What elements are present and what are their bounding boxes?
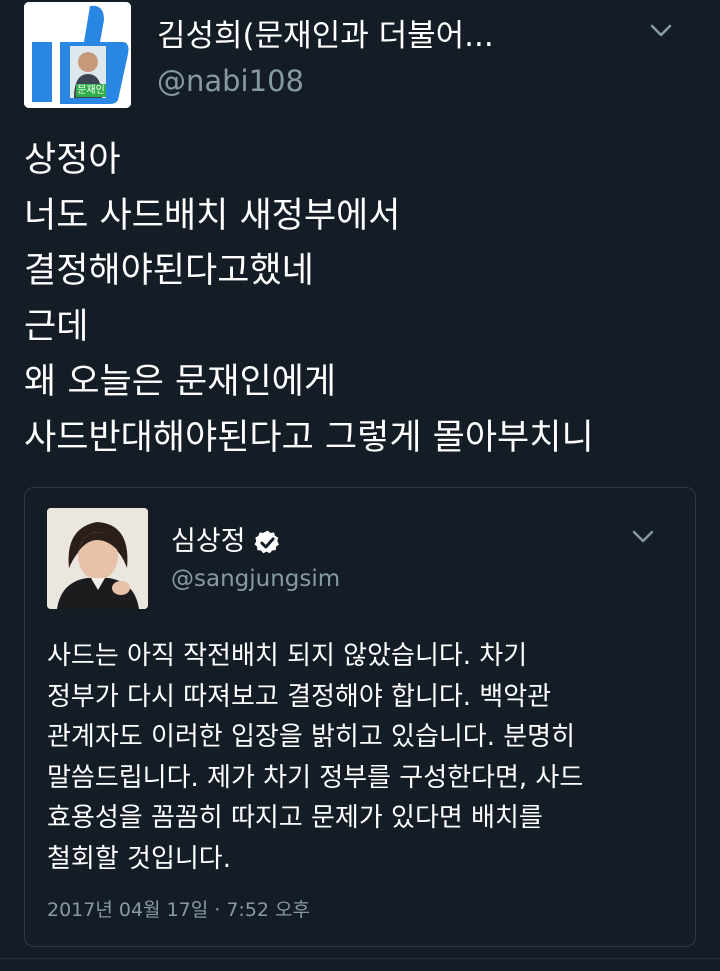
chevron-down-icon[interactable] bbox=[632, 530, 654, 544]
tweet-text-line: 왜 오늘은 문재인에게 bbox=[24, 362, 337, 402]
tweet: 문재인 김성희(문재인과 더불어... @nabi108 상정아 너도 사드배치… bbox=[0, 0, 720, 971]
tweet-text-line: 너도 사드배치 새정부에서 bbox=[24, 195, 401, 236]
divider bbox=[0, 958, 720, 959]
user-handle[interactable]: @nabi108 bbox=[157, 62, 304, 100]
quoted-text-line: 효용성을 꼼꼼히 따지고 문제가 있다면 배치를 bbox=[47, 803, 543, 833]
quoted-user-handle[interactable]: @sangjungsim bbox=[171, 564, 340, 594]
quoted-name-row: 심상정 bbox=[171, 525, 281, 559]
chevron-down-icon[interactable] bbox=[650, 24, 672, 38]
profile-avatar[interactable]: 문재인 bbox=[24, 2, 131, 108]
quoted-tweet-text: 사드는 아직 작전배치 되지 않았습니다. 차기 정부가 다시 따져보고 결정해… bbox=[47, 636, 687, 879]
avatar-badge-label: 문재인 bbox=[76, 84, 106, 97]
quoted-text-line: 말씀드립니다. 제가 차기 정부를 구성한다면, 사드 bbox=[47, 762, 584, 793]
tweet-text-line: 상정아 bbox=[24, 140, 121, 180]
portrait-photo-icon bbox=[47, 508, 148, 609]
quoted-text-line: 관계자도 이러한 입장을 밝히고 있습니다. 분명히 bbox=[47, 722, 575, 752]
verified-badge-icon bbox=[254, 530, 279, 553]
quoted-tweet-card[interactable]: 심상정 @sangjungsim 사드는 아직 작전배치 되지 않았습니다. 차… bbox=[24, 487, 696, 947]
quoted-timestamp[interactable]: 2017년 04월 17일 · 7:52 오후 bbox=[47, 897, 310, 923]
quoted-text-line: 정부가 다시 따져보고 결정해야 합니다. 백악관 bbox=[47, 681, 552, 712]
tweet-text: 상정아 너도 사드배치 새정부에서 결정해야된다고했네 근데 왜 오늘은 문재인… bbox=[24, 133, 704, 466]
tweet-text-line: 결정해야된다고했네 bbox=[24, 251, 314, 291]
quoted-text-line: 철회할 것입니다. bbox=[47, 843, 231, 874]
quoted-profile-avatar[interactable] bbox=[47, 508, 148, 609]
quoted-text-line: 사드는 아직 작전배치 되지 않았습니다. 차기 bbox=[47, 641, 528, 671]
display-name[interactable]: 김성희(문재인과 더불어... bbox=[157, 16, 494, 56]
tweet-text-line: 근데 bbox=[24, 306, 89, 347]
quoted-display-name[interactable]: 심상정 bbox=[171, 525, 246, 559]
tweet-text-line: 사드반대해야된다고 그렇게 몰아부치니 bbox=[24, 417, 594, 458]
